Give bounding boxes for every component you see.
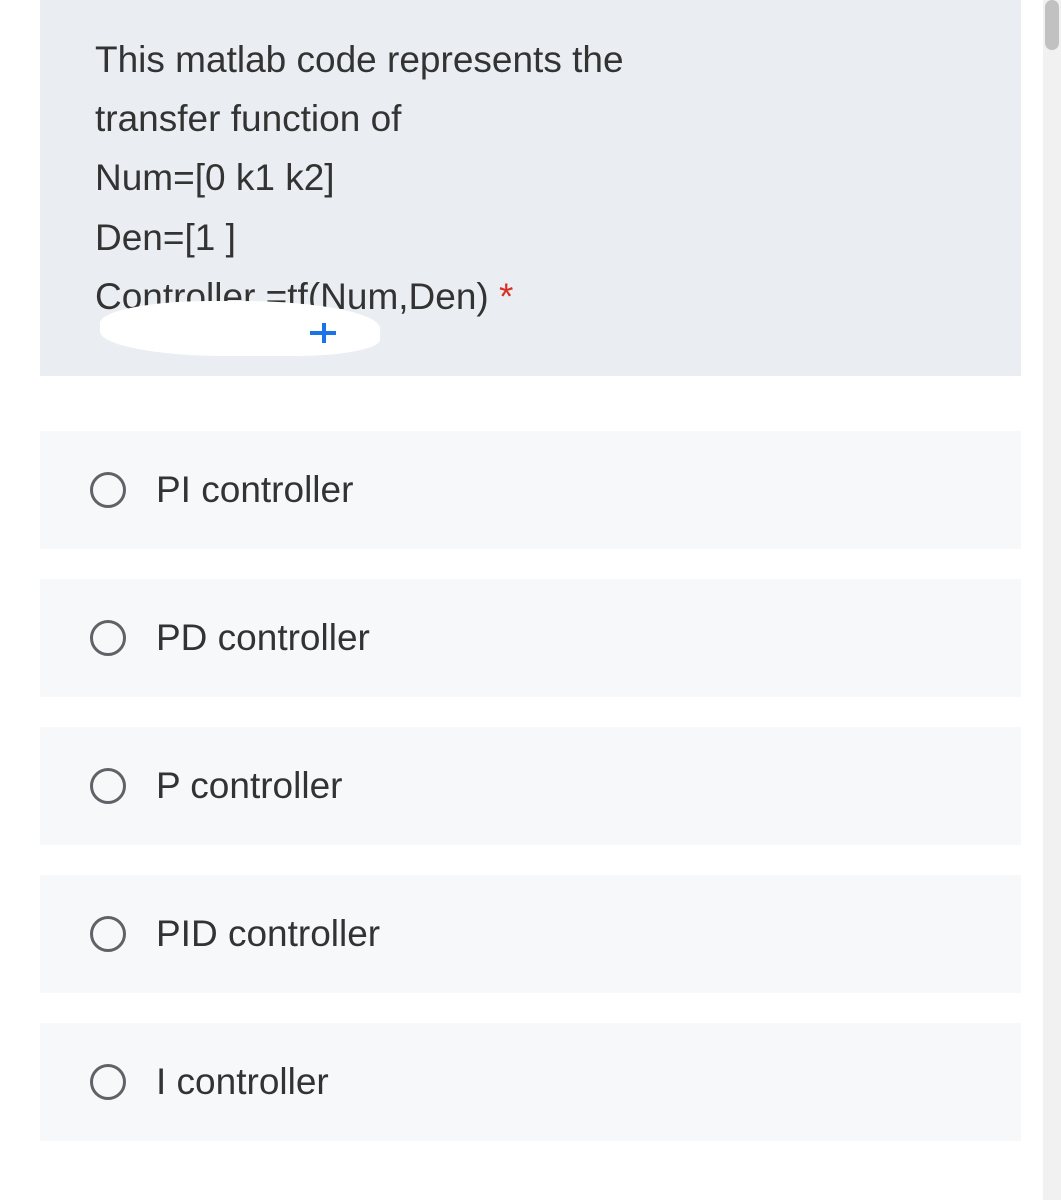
radio-icon[interactable] <box>90 620 126 656</box>
main-container: This matlab code represents the transfer… <box>0 0 1061 1141</box>
scrollbar-thumb[interactable] <box>1045 0 1059 50</box>
question-line-3: Num=[0 k1 k2] <box>95 148 966 207</box>
option-pd-controller[interactable]: PD controller <box>40 579 1021 697</box>
options-list: PI controller PD controller P controller… <box>40 431 1021 1141</box>
radio-icon[interactable] <box>90 472 126 508</box>
option-label: PD controller <box>156 617 370 659</box>
radio-icon[interactable] <box>90 768 126 804</box>
option-label: I controller <box>156 1061 329 1103</box>
option-label: PI controller <box>156 469 353 511</box>
radio-icon[interactable] <box>90 1064 126 1100</box>
question-box: This matlab code represents the transfer… <box>40 0 1021 376</box>
question-line-1: This matlab code represents the <box>95 30 966 89</box>
option-pid-controller[interactable]: PID controller <box>40 875 1021 993</box>
radio-icon[interactable] <box>90 916 126 952</box>
option-label: PID controller <box>156 913 380 955</box>
question-line-4: Den=[1 ] <box>95 208 966 267</box>
question-line-2: transfer function of <box>95 89 966 148</box>
cursor-icon <box>310 321 340 346</box>
required-asterisk: * <box>499 276 513 317</box>
option-pi-controller[interactable]: PI controller <box>40 431 1021 549</box>
option-p-controller[interactable]: P controller <box>40 727 1021 845</box>
option-label: P controller <box>156 765 342 807</box>
option-i-controller[interactable]: I controller <box>40 1023 1021 1141</box>
scrollbar-track[interactable] <box>1043 0 1061 1200</box>
